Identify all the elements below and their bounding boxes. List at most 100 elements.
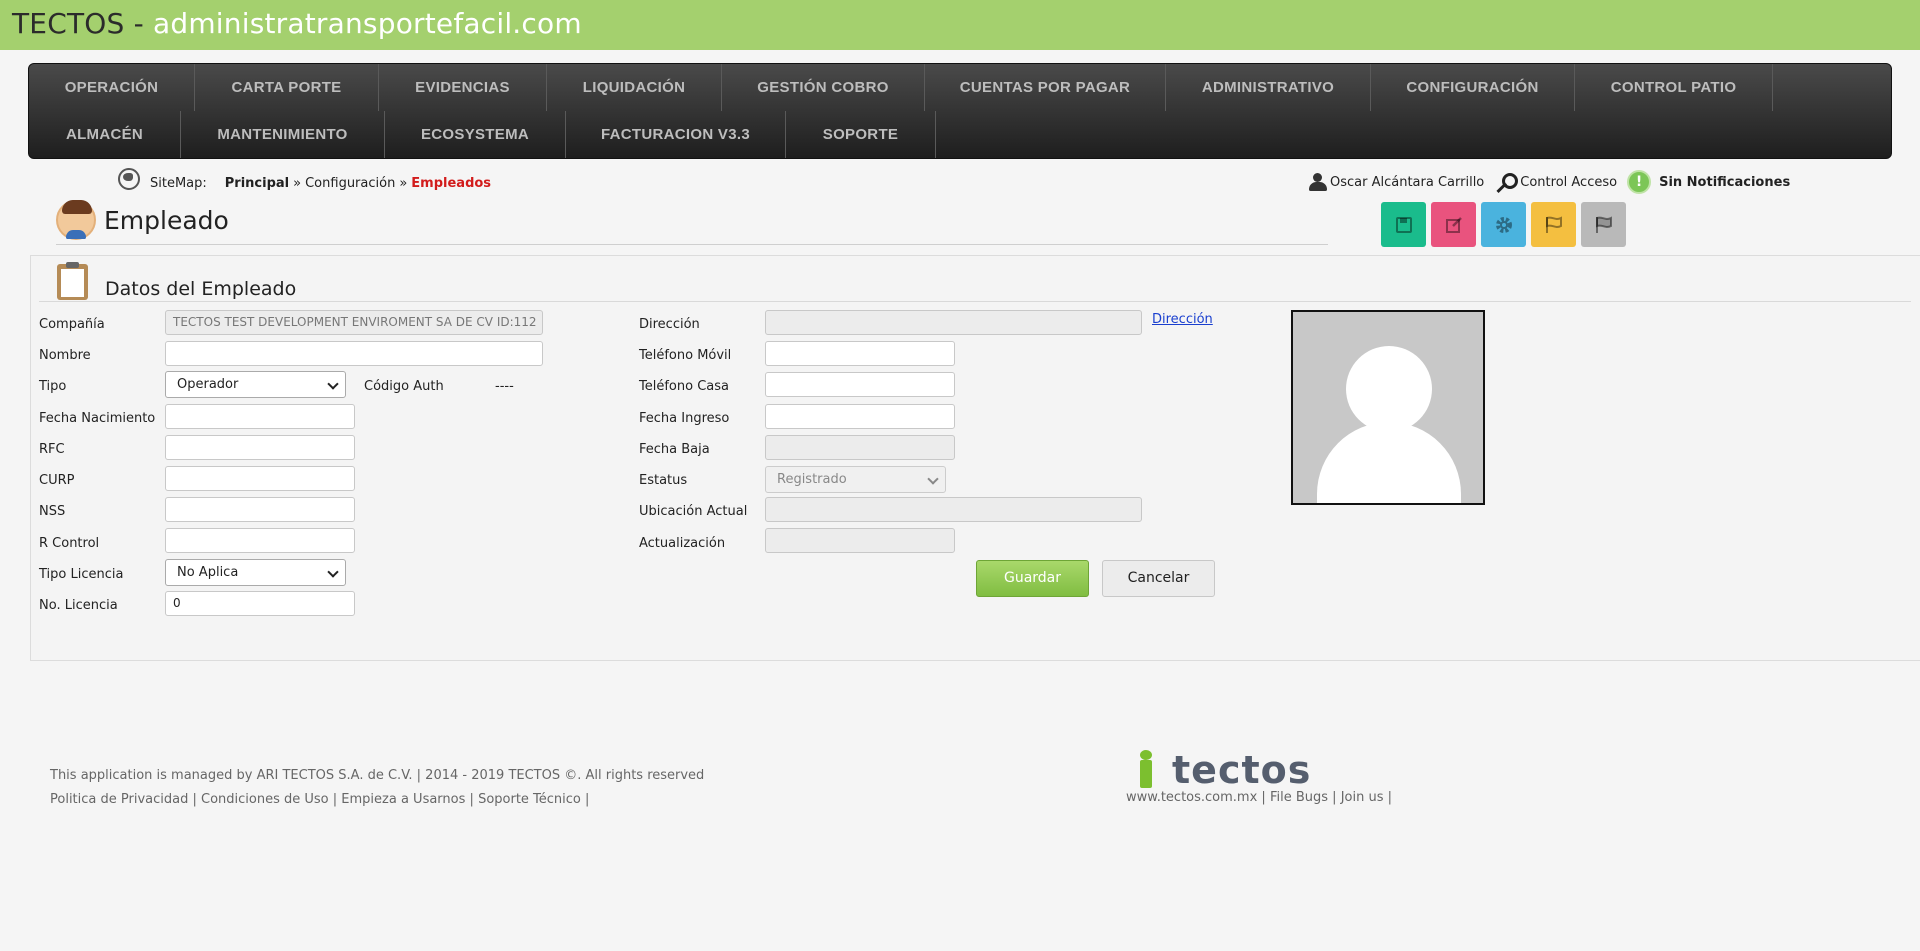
last-update-field xyxy=(765,528,955,553)
nav-item-mantenimiento[interactable]: MANTENIMIENTO xyxy=(181,111,385,158)
footer-copyright: This application is managed by ARI TECTO… xyxy=(50,768,705,783)
title-separator: - xyxy=(124,7,153,40)
address-label: Dirección xyxy=(639,317,700,332)
license-type-value: No Aplica xyxy=(177,565,239,580)
employee-data-panel: Datos del Empleado Compañía TECTOS TEST … xyxy=(30,255,1920,661)
home-phone-input[interactable] xyxy=(765,372,955,397)
nav-item-evidencias[interactable]: EVIDENCIAS xyxy=(379,64,547,111)
nav-item-facturacion[interactable]: FACTURACION V3.3 xyxy=(566,111,786,158)
birth-date-input[interactable] xyxy=(165,404,355,429)
termination-date-field xyxy=(765,435,955,460)
mobile-phone-input[interactable] xyxy=(765,341,955,366)
nav-row-2: ALMACÉN MANTENIMIENTO ECOSYSTEMA FACTURA… xyxy=(29,111,936,158)
nav-item-administrativo[interactable]: ADMINISTRATIVO xyxy=(1166,64,1371,111)
privacy-policy-link[interactable]: Politica de Privacidad xyxy=(50,792,188,807)
settings-action-button[interactable] xyxy=(1481,202,1526,247)
flag-icon xyxy=(1545,215,1562,233)
type-select[interactable]: Operador xyxy=(165,371,346,398)
chevron-down-icon xyxy=(327,378,339,390)
address-field xyxy=(765,310,1142,335)
chevron-down-icon xyxy=(927,473,939,485)
key-icon xyxy=(1492,172,1519,192)
finish-action-button[interactable] xyxy=(1581,202,1626,247)
nav-item-gestion-cobro[interactable]: GESTIÓN COBRO xyxy=(722,64,925,111)
nav-item-liquidacion[interactable]: LIQUIDACIÓN xyxy=(547,64,722,111)
termination-date-label: Fecha Baja xyxy=(639,442,710,457)
tech-support-link[interactable]: Soporte Técnico xyxy=(478,792,581,807)
nav-item-configuracion[interactable]: CONFIGURACIÓN xyxy=(1371,64,1575,111)
name-label: Nombre xyxy=(39,348,91,363)
employee-avatar-icon xyxy=(56,200,96,240)
file-bugs-link[interactable]: File Bugs xyxy=(1270,790,1328,805)
edit-icon xyxy=(1445,216,1462,233)
sitemap-label: SiteMap: xyxy=(150,175,207,191)
main-nav: OPERACIÓN CARTA PORTE EVIDENCIAS LIQUIDA… xyxy=(28,63,1892,159)
nav-row-1: OPERACIÓN CARTA PORTE EVIDENCIAS LIQUIDA… xyxy=(29,64,1773,111)
tectos-logo-icon xyxy=(1126,750,1168,790)
footer-left: This application is managed by ARI TECTO… xyxy=(50,764,704,812)
globe-icon xyxy=(118,168,140,190)
status-select: Registrado xyxy=(765,466,946,493)
website-link[interactable]: www.tectos.com.mx xyxy=(1126,790,1257,805)
company-label: Compañía xyxy=(39,317,105,332)
user-name[interactable]: Oscar Alcántara Carrillo xyxy=(1330,175,1484,190)
nss-input[interactable] xyxy=(165,497,355,522)
nav-item-control-patio[interactable]: CONTROL PATIO xyxy=(1575,64,1773,111)
join-us-link[interactable]: Join us xyxy=(1341,790,1384,805)
license-number-input[interactable]: 0 xyxy=(165,591,355,616)
auth-code-label: Código Auth xyxy=(364,379,444,394)
terms-link[interactable]: Condiciones de Uso xyxy=(201,792,329,807)
cancel-button[interactable]: Cancelar xyxy=(1102,560,1215,597)
edit-action-button[interactable] xyxy=(1431,202,1476,247)
nav-item-ecosystema[interactable]: ECOSYSTEMA xyxy=(385,111,566,158)
rfc-label: RFC xyxy=(39,442,65,457)
user-bar: Oscar Alcántara Carrillo Control Acceso … xyxy=(1308,170,1790,194)
employee-photo[interactable] xyxy=(1291,310,1485,505)
mobile-phone-label: Teléfono Móvil xyxy=(639,348,732,363)
save-action-button[interactable] xyxy=(1381,202,1426,247)
last-update-label: Actualización xyxy=(639,536,726,551)
birth-date-label: Fecha Nacimiento xyxy=(39,411,156,426)
name-input[interactable] xyxy=(165,341,543,366)
nav-item-operacion[interactable]: OPERACIÓN xyxy=(29,64,195,111)
status-select-value: Registrado xyxy=(777,472,847,487)
curp-label: CURP xyxy=(39,473,75,488)
divider xyxy=(39,301,1911,302)
r-control-input[interactable] xyxy=(165,528,355,553)
footer-links-left: Politica de Privacidad | Condiciones de … xyxy=(50,792,590,807)
company-field: TECTOS TEST DEVELOPMENT ENVIROMENT SA DE… xyxy=(165,310,543,335)
curp-input[interactable] xyxy=(165,466,355,491)
tectos-logo-text: tectos xyxy=(1172,748,1312,792)
page-title: Empleado xyxy=(104,206,229,235)
status-label: Estatus xyxy=(639,473,688,488)
nav-item-carta-porte[interactable]: CARTA PORTE xyxy=(195,64,379,111)
chevron-down-icon xyxy=(327,566,339,578)
breadcrumb-principal[interactable]: Principal xyxy=(225,176,289,191)
clipboard-icon xyxy=(57,262,88,300)
auth-code-value: ---- xyxy=(495,379,514,394)
rfc-input[interactable] xyxy=(165,435,355,460)
hire-date-input[interactable] xyxy=(765,404,955,429)
get-started-link[interactable]: Empieza a Usarnos xyxy=(341,792,465,807)
nav-item-almacen[interactable]: ALMACÉN xyxy=(29,111,181,158)
type-select-value: Operador xyxy=(177,377,239,392)
app-title: TECTOS - administratransportefacil.com xyxy=(12,6,582,42)
address-link[interactable]: Dirección xyxy=(1152,312,1213,327)
save-button[interactable]: Guardar xyxy=(976,560,1089,597)
license-type-label: Tipo Licencia xyxy=(39,567,124,582)
breadcrumb-separator: » xyxy=(293,175,302,191)
nav-item-cuentas-por-pagar[interactable]: CUENTAS POR PAGAR xyxy=(925,64,1166,111)
notifications-status[interactable]: Sin Notificaciones xyxy=(1659,175,1790,190)
flag-action-button[interactable] xyxy=(1531,202,1576,247)
r-control-label: R Control xyxy=(39,536,100,551)
breadcrumb-configuracion[interactable]: Configuración xyxy=(305,176,395,191)
title-bar: TECTOS - administratransportefacil.com xyxy=(0,0,1920,50)
app-domain: administratransportefacil.com xyxy=(152,7,582,40)
license-type-select[interactable]: No Aplica xyxy=(165,559,346,586)
access-control-link[interactable]: Control Acceso xyxy=(1520,175,1617,190)
nav-item-soporte[interactable]: SOPORTE xyxy=(786,111,936,158)
notification-icon[interactable]: ! xyxy=(1627,170,1652,194)
photo-placeholder-body xyxy=(1317,422,1461,503)
floppy-icon xyxy=(1395,216,1412,233)
checkered-flag-icon xyxy=(1595,215,1612,233)
